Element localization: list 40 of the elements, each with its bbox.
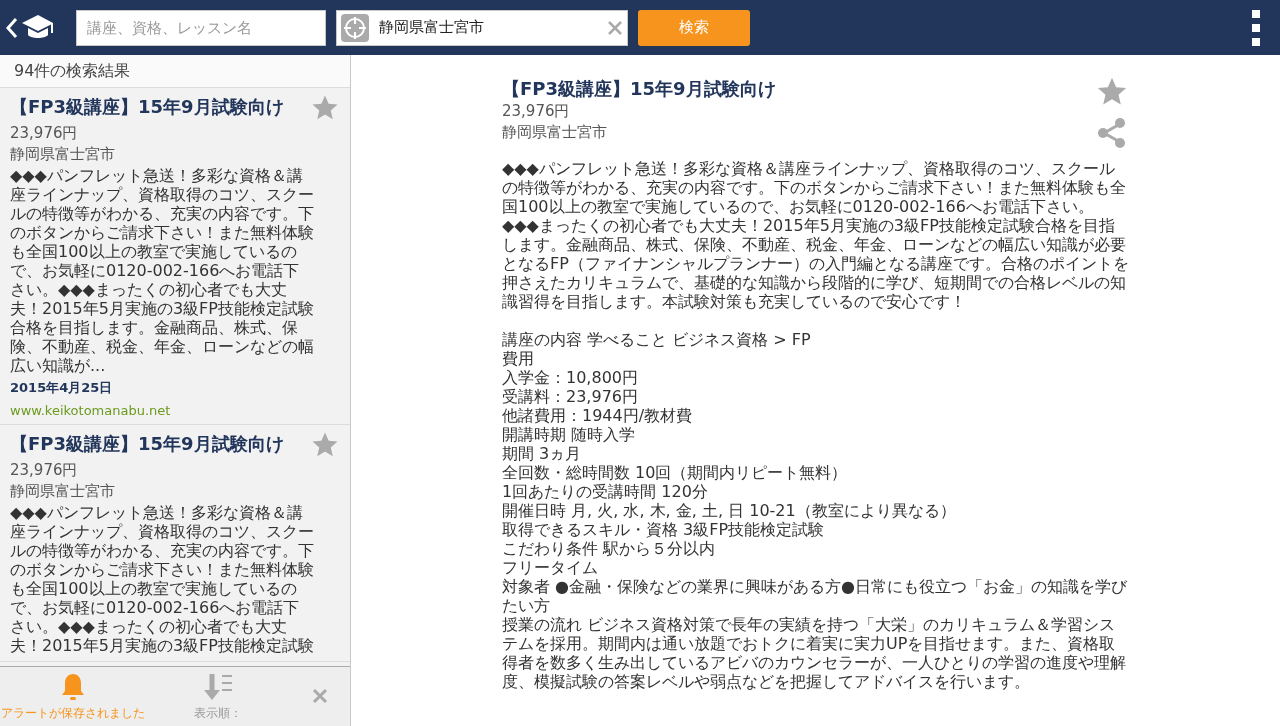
course-title: 【FP3級講座】15年9月試験向け	[10, 95, 284, 119]
course-location: 静岡県富士宮市	[10, 144, 116, 165]
detail-price: 23,976円	[502, 101, 571, 122]
course-description: ◆◆◆パンフレット急送！多彩な資格＆講座ラインナップ、資格取得のコツ、スクールの特徴等がわかる、充実の内容です。下のボタンからご請求下さい！また無料体験も全国100以上の教室で実施しているので、お気軽に0120-002-166へお電話下さい。◆◆◆まったくの初心者でも大丈夫！2015年5月実施の3級FP技能検定試験	[10, 503, 315, 655]
keyword-search-field[interactable]: 講座、資格、レッスン名	[76, 9, 326, 46]
detail-info-line: 入学金：10,800円	[502, 368, 639, 387]
detail-info-line: 開講時期 随時入学	[502, 425, 637, 444]
detail-info-line: 受講料：23,976円	[502, 387, 639, 406]
close-icon	[312, 687, 328, 704]
detail-info-line: 講座の内容 学べること ビジネス資格 > FP	[502, 330, 812, 349]
clear-icon[interactable]	[607, 19, 623, 36]
site-link[interactable]: www.keikotomanabu.net	[10, 403, 340, 418]
share-icon[interactable]	[1096, 117, 1128, 149]
detail-info-line: 取得できるスキル・資格 3級FP技能検定試験	[502, 520, 826, 539]
detail-title: 【FP3級講座】15年9月試験向け	[502, 77, 776, 101]
detail-info-line: 対象者 ●金融・保険などの業界に興味がある方●日常にも役立つ「お金」の知識を学びたい方	[502, 577, 1128, 615]
detail-info-line: 授業の流れ ビジネス資格対策で長年の実績を持つ「大栄」のカリキュラム＆学習システムを採用。期間内は通い放題でおトクに着実に実力UPを目指せます。また、資格取得者を数多く生み出しているアビバのカウンセラーが、一人ひとりの学習の進度や理解度、模擬試験の答案レベルや弱点などを把握してアドバイスを行います。	[502, 615, 1127, 691]
course-title: 【FP3級講座】15年9月試験向け	[10, 432, 284, 456]
detail-info-line: 他諸費用：1944円/教材費	[502, 406, 694, 425]
alert-button[interactable]: アラートが保存されました	[0, 671, 145, 722]
detail-info-line: 期間 3ヵ月	[502, 444, 583, 463]
course-price: 23,976円	[10, 123, 79, 144]
course-location: 静岡県富士宮市	[10, 481, 116, 502]
detail-info-line: フリータイム	[502, 558, 599, 577]
detail-info-line: こだわり条件 駅から５分以内	[502, 539, 717, 558]
sort-button[interactable]: 表示順：	[145, 671, 290, 722]
detail-info-line: 開催日時 月, 火, 水, 木, 金, 土, 日 10-21（教室により異なる）	[502, 501, 957, 520]
sort-icon	[201, 671, 234, 702]
result-count: 94件の検索結果	[0, 55, 350, 88]
detail-location: 静岡県富士宮市	[502, 122, 608, 143]
course-date: 2015年4月25日	[10, 379, 114, 397]
search-button[interactable]: 検索	[638, 9, 750, 46]
detail-info-line: 1回あたりの受講時間 120分	[502, 482, 709, 501]
course-price: 23,976円	[10, 460, 79, 481]
detail-info-line: 全回数・総時間数 10回（期間内リピート無料）	[502, 463, 849, 482]
location-field[interactable]: 静岡県富士宮市	[336, 9, 628, 46]
detail-description: ◆◆◆パンフレット急送！多彩な資格＆講座ラインナップ、資格取得のコツ、スクールの特徴等がわかる、充実の内容です。下のボタンからご請求下さい！また無料体験も全国100以上の教室で実施しているので、お気軽に0120-002-166へお電話下さい。◆◆◆まったくの初心者でも大丈夫！2015年5月実施の3級FP技能検定試験合格を目指します。金融商品、株式、保険、不動産、税金、年金、ローンなどの幅広い知識が必要となるFP（ファイナンシャルプランナー）の入門編となる講座です。合格のポイントを押さえたカリキュラムで、基礎的な知識から段階的に学び、短期間での合格レベルの知識習得を目指します。本試験対策も充実しているので安心です！	[502, 159, 1129, 311]
detail-info-line: 費用	[502, 349, 535, 368]
crosshair-icon	[341, 13, 369, 42]
course-description: ◆◆◆パンフレット急送！多彩な資格＆講座ラインナップ、資格取得のコツ、スクールの特徴等がわかる、充実の内容です。下のボタンからご請求下さい！また無料体験も全国100以上の教室で実施しているので、お気軽に0120-002-166へお電話下さい。◆◆◆まったくの初心者でも大丈夫！2015年5月実施の3級FP技能検定試験合格を目指します。金融商品、株式、保険、不動産、税金、年金、ローンなどの幅広い知識が...	[10, 166, 315, 375]
